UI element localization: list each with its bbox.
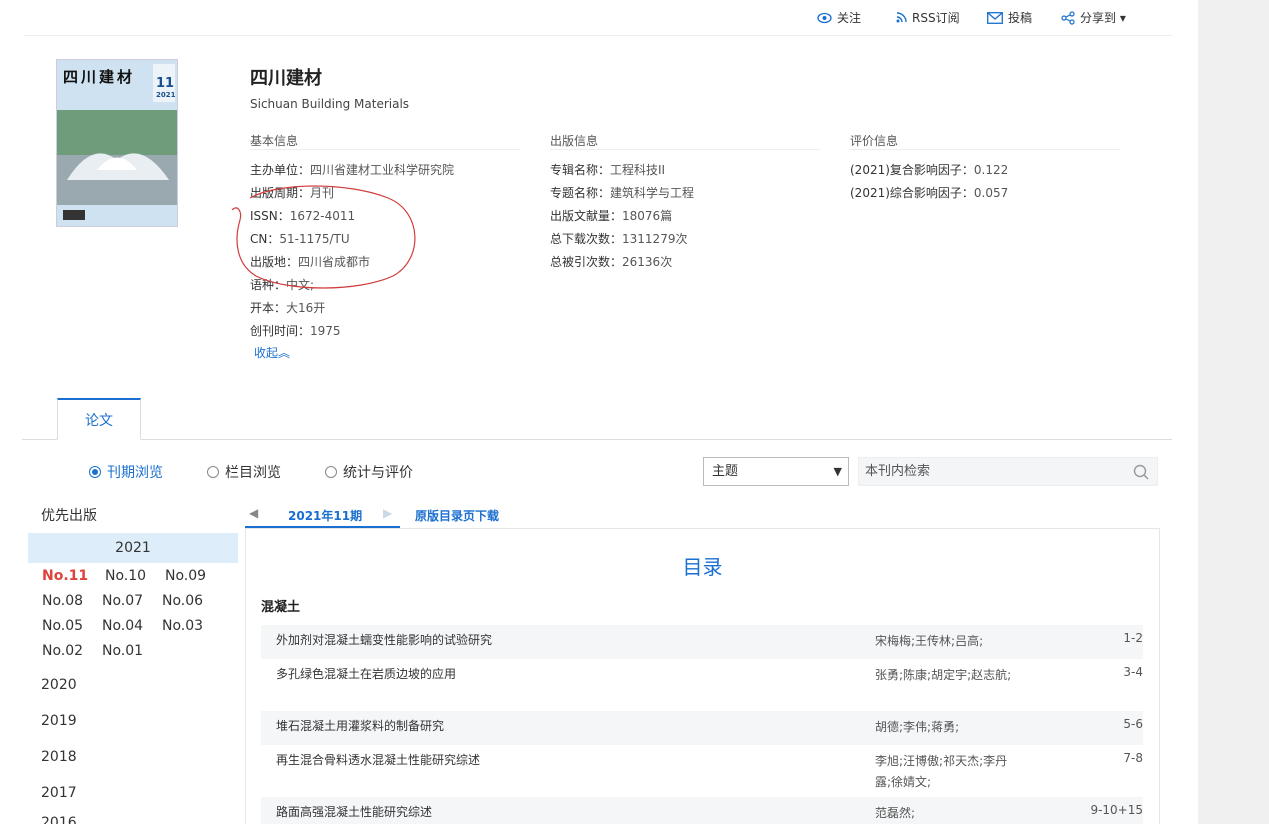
radio-issue-browse[interactable]: 刊期浏览 — [89, 462, 163, 482]
cover-issue-no: 11 — [156, 76, 175, 91]
issue-link-current[interactable]: No.11 — [42, 568, 88, 584]
year-link[interactable]: 2017 — [41, 785, 77, 801]
red-annotation-circle — [231, 185, 416, 289]
journal-subtitle: Sichuan Building Materials — [250, 97, 410, 111]
eval-info-section: 评价信息 — [850, 132, 1120, 150]
table-of-contents: 目录 混凝土 外加剂对混凝土蠕变性能影响的试验研究 宋梅梅;王传林;吕高; 1-… — [245, 528, 1160, 824]
radio-dot — [207, 466, 219, 478]
article-title-link[interactable]: 路面高强混凝土性能研究综述 — [276, 803, 432, 820]
issue-link[interactable]: No.04 — [102, 618, 143, 634]
issue-link[interactable]: No.10 — [105, 568, 146, 584]
issue-link[interactable]: No.07 — [102, 593, 143, 609]
radio-stats-eval[interactable]: 统计与评价 — [325, 462, 413, 482]
submit-label: 投稿 — [1008, 11, 1033, 25]
article-authors[interactable]: 李旭;汪博傲;祁天杰;李丹露;徐婧文; — [875, 751, 1015, 793]
prev-issue-arrow-icon[interactable]: ◀ — [249, 506, 258, 520]
article-authors[interactable]: 胡德;李伟;蒋勇; — [875, 717, 1015, 738]
next-issue-arrow-icon[interactable]: ▶ — [383, 506, 392, 520]
publish-info-header: 出版信息 — [550, 132, 820, 150]
toc-row: 路面高强混凝土性能研究综述 范磊然; 9-10+15 — [261, 797, 1143, 824]
radio-dot — [89, 466, 101, 478]
year-link[interactable]: 2019 — [41, 713, 77, 729]
issue-link[interactable]: No.09 — [165, 568, 206, 584]
follow-button[interactable]: 关注 — [817, 9, 861, 26]
submit-button[interactable]: 投稿 — [987, 9, 1032, 26]
article-title-link[interactable]: 再生混合骨料透水混凝土性能研究综述 — [276, 751, 480, 768]
issue-list: No.11 No.10 No.09 No.08 No.07 No.06 No.0… — [28, 563, 238, 665]
year-2021-header[interactable]: 2021 — [28, 533, 238, 563]
rss-icon — [896, 12, 907, 23]
collapse-info-link[interactable]: 收起︽ — [254, 344, 290, 361]
journal-title: 四川建材 — [250, 68, 322, 89]
issue-link[interactable]: No.02 — [42, 643, 83, 659]
basic-info-header: 基本信息 — [250, 132, 520, 150]
toc-row: 再生混合骨料透水混凝土性能研究综述 李旭;汪博傲;祁天杰;李丹露;徐婧文; 7-… — [261, 745, 1143, 797]
cover-brand: 四川建材 — [63, 68, 136, 86]
rss-label: RSS订阅 — [912, 11, 960, 25]
article-title-link[interactable]: 外加剂对混凝土蠕变性能影响的试验研究 — [276, 631, 492, 648]
article-pages: 9-10+15 — [1090, 803, 1143, 817]
search-field-select[interactable]: 主题 ▼ — [703, 457, 849, 486]
year-link[interactable]: 2016 — [41, 815, 77, 824]
radio-dot — [325, 466, 337, 478]
year-link[interactable]: 2018 — [41, 749, 77, 765]
share-button[interactable]: 分享到 ▾ — [1061, 9, 1126, 26]
toc-heading: 目录 — [682, 555, 723, 579]
issue-link[interactable]: No.01 — [102, 643, 143, 659]
download-toc-link[interactable]: 原版目录页下载 — [415, 507, 499, 524]
priority-publish-link[interactable]: 优先出版 — [41, 505, 97, 525]
info-line: 主办单位：四川省建材工业科学研究院 — [250, 163, 455, 177]
mail-icon — [987, 11, 1003, 24]
toc-section-title: 混凝土 — [261, 600, 301, 615]
radio-column-browse[interactable]: 栏目浏览 — [207, 462, 281, 482]
rss-button[interactable]: RSS订阅 — [896, 9, 960, 26]
page-side-gutter — [1198, 0, 1269, 824]
issue-link[interactable]: No.03 — [162, 618, 203, 634]
eval-info-header: 评价信息 — [850, 132, 1120, 150]
article-pages: 3-4 — [1123, 665, 1143, 679]
top-action-bar: 关注 RSS订阅 投稿 分享到 ▾ — [24, 0, 1172, 36]
info-line: 总下载次数：1311279次 — [550, 232, 688, 246]
article-authors[interactable]: 范磊然; — [875, 803, 1015, 824]
current-issue-label[interactable]: 2021年11期 — [288, 507, 362, 524]
share-label: 分享到 ▾ — [1080, 11, 1126, 25]
article-pages: 1-2 — [1123, 631, 1143, 645]
issue-link[interactable]: No.06 — [162, 593, 203, 609]
info-line: 总被引次数：26136次 — [550, 255, 673, 269]
journal-page: 关注 RSS订阅 投稿 分享到 ▾ 四川建材 11 2021 四川建材 Sich… — [0, 0, 1198, 824]
info-line: 开本：大16开 — [250, 301, 326, 315]
info-line: 专题名称：建筑科学与工程 — [550, 186, 695, 200]
journal-cover-image: 四川建材 11 2021 — [56, 59, 178, 227]
issue-navigation: ◀ 2021年11期 ▶ 原版目录页下载 — [245, 502, 1160, 528]
journal-search-input[interactable]: 本刊内检索 — [858, 457, 1158, 486]
issue-link[interactable]: No.05 — [42, 618, 83, 634]
search-icon[interactable] — [1133, 464, 1149, 480]
tab-papers[interactable]: 论文 — [57, 398, 141, 440]
info-line: 创刊时间：1975 — [250, 324, 341, 338]
share-icon — [1061, 10, 1075, 25]
article-pages: 5-6 — [1123, 717, 1143, 731]
toc-row: 多孔绿色混凝土在岩质边坡的应用 张勇;陈康;胡定宇;赵志航; 3-4 — [261, 659, 1143, 711]
article-title-link[interactable]: 堆石混凝土用灌浆料的制备研究 — [276, 717, 444, 734]
toc-row: 堆石混凝土用灌浆料的制备研究 胡德;李伟;蒋勇; 5-6 — [261, 711, 1143, 745]
toc-row: 外加剂对混凝土蠕变性能影响的试验研究 宋梅梅;王传林;吕高; 1-2 — [261, 625, 1143, 659]
info-line: 专辑名称：工程科技II — [550, 163, 666, 177]
publish-info-section: 出版信息 — [550, 132, 820, 150]
article-authors[interactable]: 宋梅梅;王传林;吕高; — [875, 631, 1015, 652]
follow-label: 关注 — [837, 11, 862, 25]
tab-underline — [22, 439, 1172, 440]
basic-info-section: 基本信息 — [250, 132, 520, 150]
article-pages: 7-8 — [1123, 751, 1143, 765]
cover-year: 2021 — [156, 91, 176, 99]
eye-icon — [817, 12, 832, 23]
article-authors[interactable]: 张勇;陈康;胡定宇;赵志航; — [875, 665, 1015, 686]
info-line: (2021)综合影响因子：0.057 — [850, 186, 1009, 200]
issue-link[interactable]: No.08 — [42, 593, 83, 609]
info-line: 出版文献量：18076篇 — [550, 209, 673, 223]
chevron-down-icon: ▼ — [833, 465, 842, 478]
year-link[interactable]: 2020 — [41, 677, 77, 693]
info-line: (2021)复合影响因子：0.122 — [850, 163, 1009, 177]
article-title-link[interactable]: 多孔绿色混凝土在岩质边坡的应用 — [276, 665, 456, 682]
